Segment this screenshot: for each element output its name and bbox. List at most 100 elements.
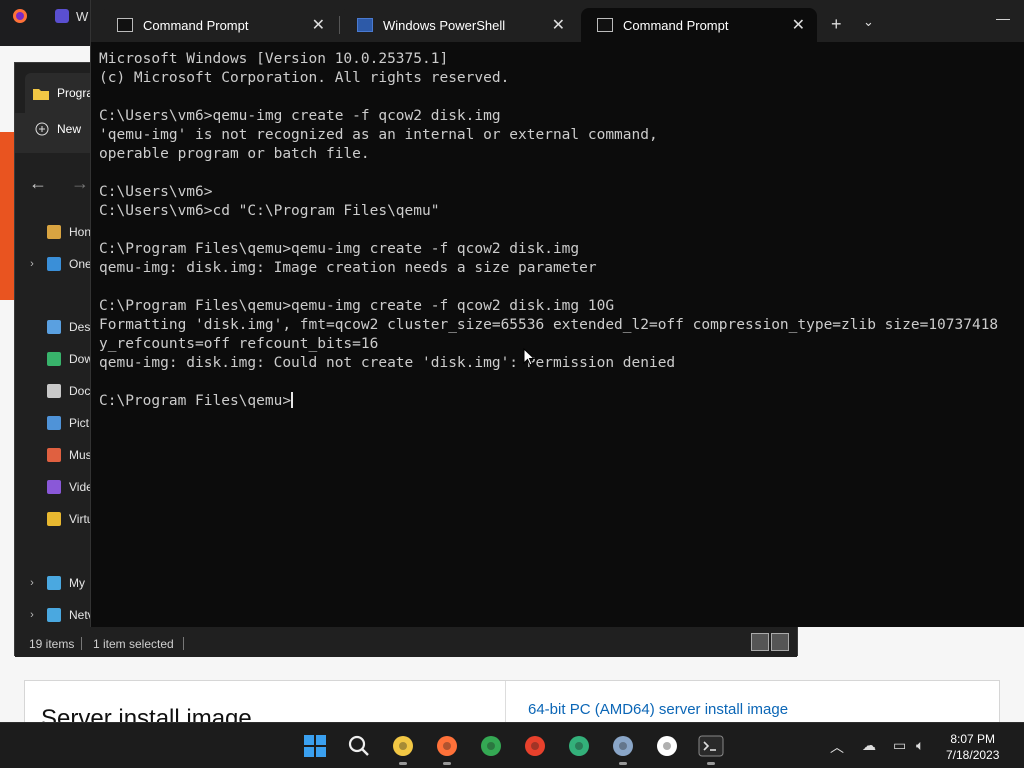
tiles-view-icon[interactable] <box>771 633 789 651</box>
browser-tab-label: W <box>76 8 89 24</box>
folder-icon <box>47 448 61 462</box>
page-accent-bar <box>0 132 14 300</box>
sidebar-item-label: One <box>69 257 92 271</box>
console-line: C:\Users\vm6> <box>99 184 213 200</box>
running-indicator <box>443 762 451 765</box>
console-line: operable program or batch file. <box>99 146 370 162</box>
browser-tab[interactable]: W <box>54 8 88 24</box>
new-button-label: New <box>57 122 82 136</box>
console-line: C:\Program Files\qemu> <box>99 392 294 409</box>
plus-circle-icon <box>35 122 49 136</box>
console-line: y_refcounts=off refcount_bits=16 <box>99 336 379 352</box>
console-line: Formatting 'disk.img', fmt=qcow2 cluster… <box>99 317 999 333</box>
console-line: C:\Program Files\qemu>qemu-img create -f… <box>99 241 580 257</box>
firefox-icon[interactable] <box>432 731 462 765</box>
clock-time: 8:07 PM <box>950 732 996 746</box>
search-icon[interactable] <box>344 731 374 761</box>
cmd-icon <box>117 18 133 32</box>
console-line: (c) Microsoft Corporation. All rights re… <box>99 70 510 86</box>
console-line: Microsoft Windows [Version 10.0.25375.1] <box>99 51 449 67</box>
sidebar-item-label: Doc <box>69 384 91 398</box>
text-cursor <box>291 392 294 408</box>
console-line: C:\Users\vm6>cd "C:\Program Files\qemu" <box>99 203 440 219</box>
chevron-right-icon[interactable]: › <box>25 577 39 589</box>
onedrive-icon[interactable]: ☁ <box>862 737 876 754</box>
server-image-link[interactable]: 64-bit PC (AMD64) server install image <box>528 701 788 718</box>
powershell-icon <box>357 18 373 32</box>
start-icon[interactable] <box>300 731 330 761</box>
status-divider <box>183 637 184 650</box>
folder-icon <box>47 608 61 622</box>
sidebar-item-label: Pict <box>69 416 90 430</box>
folder-icon <box>47 512 61 526</box>
folder-icon <box>47 225 61 239</box>
tab-label: Windows PowerShell <box>383 17 506 33</box>
tab-label: Command Prompt <box>143 17 249 33</box>
settings-icon[interactable] <box>608 731 638 765</box>
running-indicator <box>619 762 627 765</box>
windows-terminal: Command Prompt ✕ Windows PowerShell ✕ Co… <box>90 0 1024 627</box>
volume-icon[interactable]: 🔈︎ <box>916 737 924 754</box>
terminal-tab-bar: Command Prompt ✕ Windows PowerShell ✕ Co… <box>91 0 1024 42</box>
console-line: C:\Program Files\qemu>qemu-img create -f… <box>99 298 615 314</box>
folder-icon <box>47 480 61 494</box>
tab-label: Command Prompt <box>623 17 729 33</box>
back-arrow-icon[interactable]: ← <box>29 173 47 194</box>
running-indicator <box>399 762 407 765</box>
chevron-right-icon[interactable]: › <box>25 609 39 621</box>
taskbar: ︿ ☁ ▭ 🔈︎ 8:07 PM 7/18/2023 <box>0 722 1024 768</box>
mouse-pointer-icon <box>523 348 535 366</box>
item-count: 19 items <box>29 637 75 651</box>
explorer-status-bar: 19 items 1 item selected <box>15 629 797 657</box>
chrome-icon[interactable] <box>476 731 506 761</box>
close-icon[interactable]: ✕ <box>312 15 325 35</box>
tab-command-prompt-1[interactable]: Command Prompt ✕ <box>101 8 337 42</box>
system-clock[interactable]: 8:07 PM 7/18/2023 <box>946 731 999 763</box>
tab-command-prompt-2[interactable]: Command Prompt ✕ <box>581 8 817 42</box>
clock-date: 7/18/2023 <box>946 748 1000 762</box>
tab-dropdown-button[interactable]: ⌄ <box>863 14 874 30</box>
details-view-icon[interactable] <box>751 633 769 651</box>
new-tab-button[interactable]: + <box>831 14 842 35</box>
sidebar-item-label: Mus <box>69 448 92 462</box>
explorer-nav: ← → <box>15 173 95 194</box>
chevron-right-icon[interactable]: › <box>25 258 39 270</box>
firefox-icon[interactable] <box>12 8 28 24</box>
console-output[interactable]: Microsoft Windows [Version 10.0.25375.1]… <box>99 50 1024 620</box>
folder-icon <box>47 352 61 366</box>
minimize-button[interactable]: — <box>996 10 1010 26</box>
new-button[interactable]: New <box>35 122 81 136</box>
folder-icon <box>47 320 61 334</box>
view-switcher <box>751 633 789 651</box>
file-explorer-icon[interactable] <box>388 731 418 765</box>
tab-separator <box>339 16 340 34</box>
close-icon[interactable]: ✕ <box>552 15 565 35</box>
folder-icon <box>47 416 61 430</box>
explorer-tab-label: Progra <box>57 86 94 100</box>
network-icon[interactable]: ▭ <box>893 737 906 754</box>
forward-arrow-icon[interactable]: → <box>71 173 89 194</box>
close-icon[interactable]: ✕ <box>792 15 805 35</box>
console-line: qemu-img: disk.img: Could not create 'di… <box>99 355 676 371</box>
folder-icon <box>33 88 49 100</box>
cmd-icon <box>597 18 613 32</box>
folder-icon <box>47 576 61 590</box>
chevron-up-icon[interactable]: ︿ <box>830 737 844 757</box>
folder-icon <box>47 257 61 271</box>
edge-icon[interactable] <box>564 731 594 761</box>
terminal-icon[interactable] <box>696 731 726 765</box>
maps-icon[interactable] <box>520 731 550 761</box>
solitaire-icon[interactable] <box>652 731 682 761</box>
selection-count: 1 item selected <box>93 637 174 651</box>
folder-icon <box>47 384 61 398</box>
running-indicator <box>707 762 715 765</box>
app-icon <box>55 9 69 23</box>
tab-windows-powershell[interactable]: Windows PowerShell ✕ <box>341 8 577 42</box>
sidebar-item-label: Hon <box>69 225 92 239</box>
sidebar-item-label: My <box>69 576 85 590</box>
console-line: qemu-img: disk.img: Image creation needs… <box>99 260 597 276</box>
